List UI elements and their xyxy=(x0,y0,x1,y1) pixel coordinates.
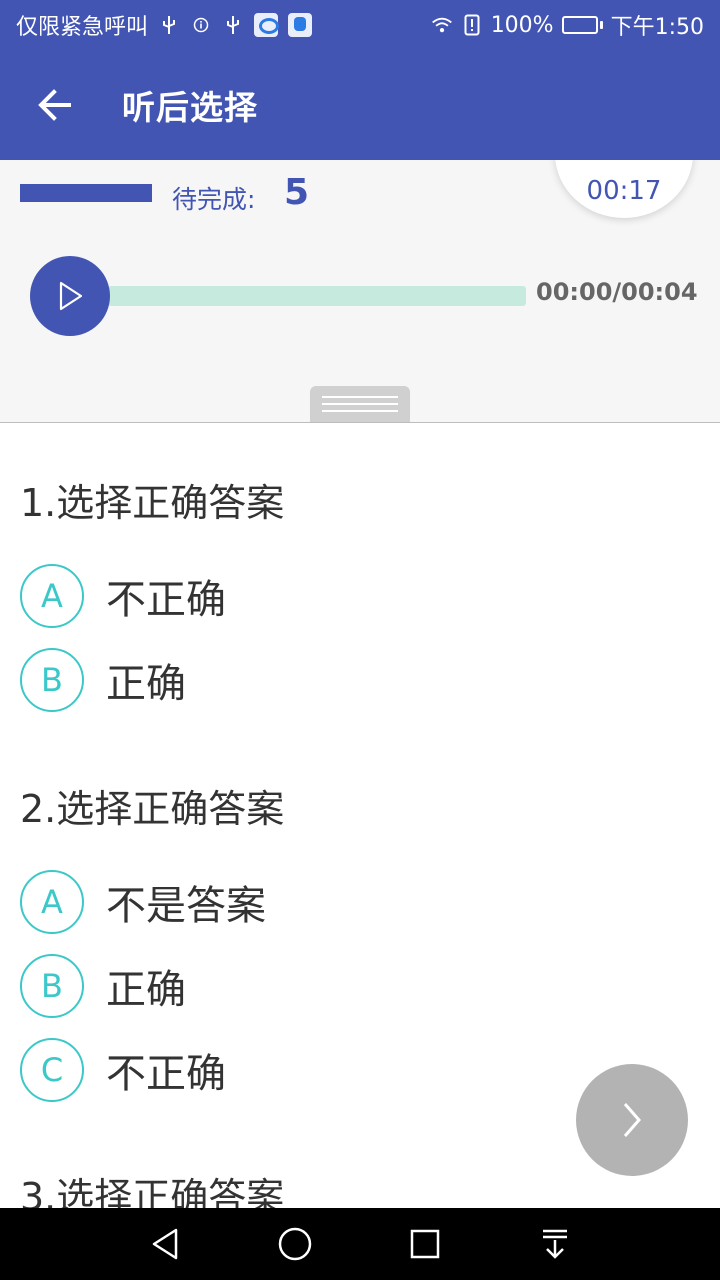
arrow-left-icon xyxy=(38,89,71,121)
carrier-text: 仅限紧急呼叫 xyxy=(16,15,149,40)
option-text: 不正确 xyxy=(106,1051,226,1097)
back-button[interactable] xyxy=(0,50,110,160)
usb-icon xyxy=(222,14,244,36)
option-1b[interactable]: B 正确 xyxy=(20,648,186,712)
drag-handle[interactable] xyxy=(310,386,410,422)
pending-count: 5 xyxy=(284,172,310,213)
wifi-icon xyxy=(431,14,453,36)
chevron-right-icon xyxy=(623,1103,641,1137)
option-1a[interactable]: A 不正确 xyxy=(20,564,226,628)
next-button[interactable] xyxy=(576,1064,688,1176)
question-title: 2.选择正确答案 xyxy=(20,787,285,831)
option-text: 不正确 xyxy=(106,577,226,623)
option-2a[interactable]: A 不是答案 xyxy=(20,870,266,934)
page-title: 听后选择 xyxy=(122,88,258,127)
progress-indicator xyxy=(20,184,152,202)
home-circle-icon xyxy=(278,1227,312,1261)
question-title: 3.选择正确答案 xyxy=(20,1175,285,1208)
status-bar: 仅限紧急呼叫 100% 下午1:50 xyxy=(0,0,720,50)
option-letter: A xyxy=(20,564,84,628)
sim-icon xyxy=(461,14,483,36)
audio-panel: 待完成: 5 00:17 00:00/00:04 xyxy=(0,160,720,423)
pending-label: 待完成: xyxy=(172,185,256,214)
play-button[interactable] xyxy=(30,256,110,336)
option-letter: C xyxy=(20,1038,84,1102)
nav-home-button[interactable] xyxy=(265,1214,325,1274)
back-triangle-icon xyxy=(152,1228,178,1260)
option-text: 正确 xyxy=(106,661,186,707)
app-icon xyxy=(254,13,280,37)
nav-back-button[interactable] xyxy=(135,1214,195,1274)
play-icon xyxy=(59,281,83,311)
nav-notification-button[interactable] xyxy=(525,1214,585,1274)
option-letter: B xyxy=(20,954,84,1018)
clock: 下午1:50 xyxy=(610,15,704,40)
recents-square-icon xyxy=(410,1229,440,1259)
option-2b[interactable]: B 正确 xyxy=(20,954,186,1018)
system-nav-bar xyxy=(0,1208,720,1280)
option-letter: B xyxy=(20,648,84,712)
notification-pull-icon xyxy=(543,1229,567,1259)
audio-time: 00:00/00:04 xyxy=(536,278,698,306)
app-icon xyxy=(288,13,313,37)
usb-icon xyxy=(158,14,180,36)
battery-charging-icon xyxy=(561,16,603,34)
app-bar: 听后选择 xyxy=(0,50,720,160)
audio-progress-track[interactable] xyxy=(108,286,526,306)
timer-text: 00:17 xyxy=(586,176,662,206)
battery-percent: 100% xyxy=(490,12,554,38)
option-letter: A xyxy=(20,870,84,934)
info-icon xyxy=(190,14,212,36)
question-title: 1.选择正确答案 xyxy=(20,481,285,525)
option-text: 正确 xyxy=(106,967,186,1013)
option-text: 不是答案 xyxy=(106,883,266,929)
nav-recents-button[interactable] xyxy=(395,1214,455,1274)
option-2c[interactable]: C 不正确 xyxy=(20,1038,226,1102)
